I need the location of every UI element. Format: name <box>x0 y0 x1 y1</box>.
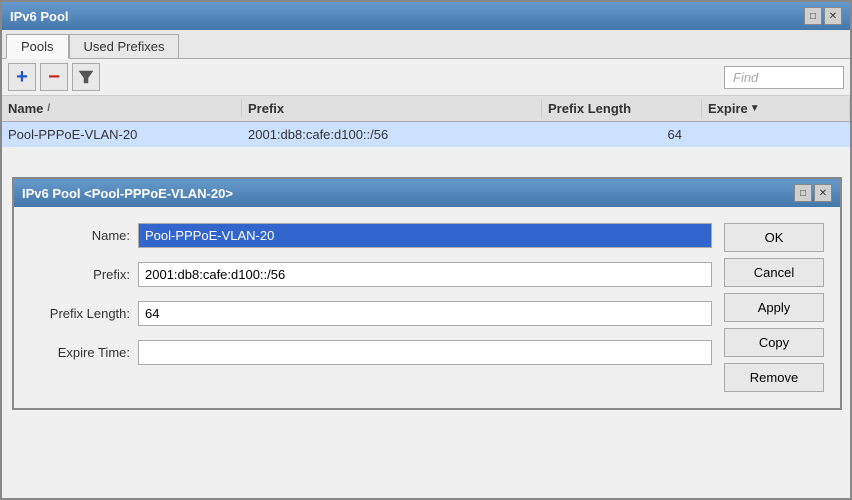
copy-button[interactable]: Copy <box>724 328 824 357</box>
add-button[interactable]: + <box>8 63 36 91</box>
prefix-length-input[interactable] <box>138 301 712 326</box>
name-label: Name: <box>30 228 130 243</box>
col-header-prefix: Prefix <box>242 99 542 118</box>
row-expire <box>702 125 850 144</box>
col-header-prefix-length: Prefix Length <box>542 99 702 118</box>
prefix-row: Prefix: <box>30 262 712 287</box>
sort-indicator: / <box>47 103 50 114</box>
inner-window-title: IPv6 Pool <Pool-PPPoE-VLAN-20> <box>22 186 233 201</box>
prefix-length-label: Prefix Length: <box>30 306 130 321</box>
inner-minimize-button[interactable]: □ <box>794 184 812 202</box>
inner-window: IPv6 Pool <Pool-PPPoE-VLAN-20> □ ✕ Name:… <box>12 177 842 410</box>
apply-button[interactable]: Apply <box>724 293 824 322</box>
filter-icon <box>78 69 94 85</box>
cancel-button[interactable]: Cancel <box>724 258 824 287</box>
find-input[interactable] <box>724 66 844 89</box>
row-name: Pool-PPPoE-VLAN-20 <box>2 125 242 144</box>
outer-minimize-button[interactable]: □ <box>804 7 822 25</box>
table-header: Name / Prefix Prefix Length Expire ▼ <box>2 96 850 122</box>
expire-label: Expire Time: <box>30 345 130 360</box>
name-row: Name: <box>30 223 712 248</box>
row-prefix-length: 64 <box>542 125 702 144</box>
remove-button[interactable]: Remove <box>724 363 824 392</box>
outer-window-title: IPv6 Pool <box>10 9 69 24</box>
filter-button[interactable] <box>72 63 100 91</box>
title-bar: IPv6 Pool □ ✕ <box>2 2 850 30</box>
outer-title-buttons: □ ✕ <box>804 7 842 25</box>
prefix-label: Prefix: <box>30 267 130 282</box>
inner-title-buttons: □ ✕ <box>794 184 832 202</box>
remove-button[interactable]: − <box>40 63 68 91</box>
name-input[interactable] <box>138 223 712 248</box>
expire-input[interactable] <box>138 340 712 365</box>
tab-used-prefixes[interactable]: Used Prefixes <box>69 34 180 58</box>
table-row[interactable]: Pool-PPPoE-VLAN-20 2001:db8:cafe:d100::/… <box>2 122 850 147</box>
expire-row: Expire Time: <box>30 340 712 365</box>
tab-pools[interactable]: Pools <box>6 34 69 59</box>
col-header-name: Name / <box>2 99 242 118</box>
ok-button[interactable]: OK <box>724 223 824 252</box>
inner-title-bar: IPv6 Pool <Pool-PPPoE-VLAN-20> □ ✕ <box>14 179 840 207</box>
expire-sort-icon: ▼ <box>750 103 760 114</box>
outer-close-button[interactable]: ✕ <box>824 7 842 25</box>
toolbar: + − <box>2 59 850 96</box>
prefix-length-row: Prefix Length: <box>30 301 712 326</box>
tabs-bar: Pools Used Prefixes <box>2 30 850 59</box>
inner-close-button[interactable]: ✕ <box>814 184 832 202</box>
form-section: Name: Prefix: Prefix Length: Expire Time… <box>30 223 712 392</box>
buttons-section: OK Cancel Apply Copy Remove <box>724 223 824 392</box>
row-prefix: 2001:db8:cafe:d100::/56 <box>242 125 542 144</box>
outer-window: IPv6 Pool □ ✕ Pools Used Prefixes + − Na… <box>0 0 852 500</box>
main-content: IPv6 Pool <Pool-PPPoE-VLAN-20> □ ✕ Name:… <box>2 147 850 498</box>
col-header-expire: Expire ▼ <box>702 99 850 118</box>
prefix-input[interactable] <box>138 262 712 287</box>
inner-body: Name: Prefix: Prefix Length: Expire Time… <box>14 207 840 408</box>
